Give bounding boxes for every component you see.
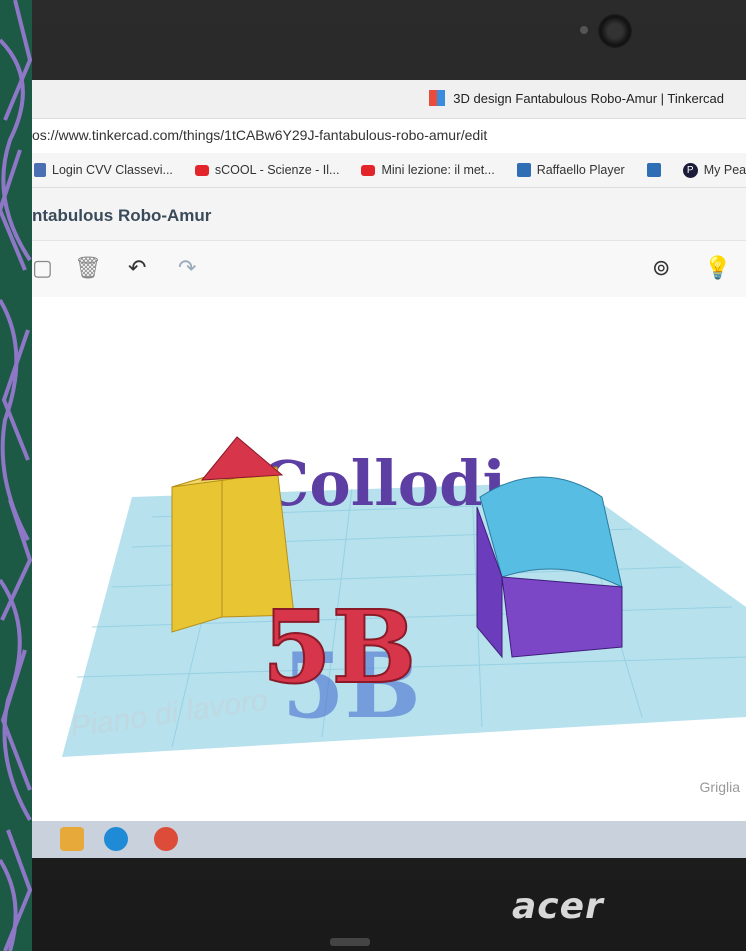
tab-title: 3D design Fantabulous Robo-Amur | Tinker… [453,90,724,106]
address-bar[interactable]: os://www.tinkercad.com/things/1tCABw6Y29… [32,118,746,154]
bookmark-my-pearson[interactable]: P My Pearso [682,162,746,178]
bookmark-login-cvv[interactable]: Login CVV Classevi... [34,163,173,177]
bookmark-scool[interactable]: sCOOL - Scienze - Il... [194,163,339,177]
youtube-icon [361,164,376,176]
bookmark-raffaello[interactable]: Raffaello Player [516,163,625,177]
3d-workspace[interactable]: Piano di lavoro 5B Collodi 5B Griglia [32,297,746,821]
screen: 3D design Fantabulous Robo-Amur | Tinker… [32,80,746,858]
youtube-icon [194,164,209,176]
app-icon [516,163,531,177]
redo-icon[interactable]: ↷ [178,255,196,281]
undo-icon[interactable]: ↶ [128,255,146,281]
tinkercad-logo-icon [429,90,446,106]
acer-logo: acer [512,886,604,927]
chrome-icon[interactable] [154,827,178,851]
browser-titlebar: 3D design Fantabulous Robo-Amur | Tinker… [32,80,746,118]
s-icon [34,163,46,177]
violet-box[interactable] [501,576,623,658]
design-name[interactable]: ntabulous Robo-Amur [32,206,211,226]
edge-icon[interactable] [104,827,128,851]
browser-tab[interactable]: 3D design Fantabulous Robo-Amur | Tinker… [429,90,724,106]
notes-icon[interactable]: ⊚ [652,255,670,281]
url-text: os://www.tinkercad.com/things/1tCABw6Y29… [32,127,488,143]
webcam-light [580,26,588,34]
trash-icon[interactable]: 🗑 [74,255,102,281]
3d-scene[interactable]: Piano di lavoro 5B Collodi 5B [32,297,746,821]
copy-icon[interactable]: ▢ [32,255,53,281]
file-explorer-icon[interactable] [60,827,84,851]
bookmark-app[interactable] [646,163,661,177]
pearson-icon: P [682,162,698,178]
windows-taskbar [32,821,746,858]
grid-label[interactable]: Griglia [700,779,740,795]
class-label-3d[interactable]: 5B [261,587,417,707]
tinkercad-header: ntabulous Robo-Amur [32,188,746,240]
lightbulb-icon[interactable]: 💡 [704,255,731,281]
collodi-3d-text[interactable]: Collodi [260,447,506,520]
bookmark-mini-lezione[interactable]: Mini lezione: il met... [361,163,495,177]
edit-toolbar: ▢ 🗑 ↶ ↷ ⊚ 💡 [32,240,746,298]
webcam [598,14,632,48]
bookmarks-bar: Login CVV Classevi... sCOOL - Scienze - … [32,153,746,188]
laptop-hinge [330,938,370,946]
app-icon [646,163,661,177]
